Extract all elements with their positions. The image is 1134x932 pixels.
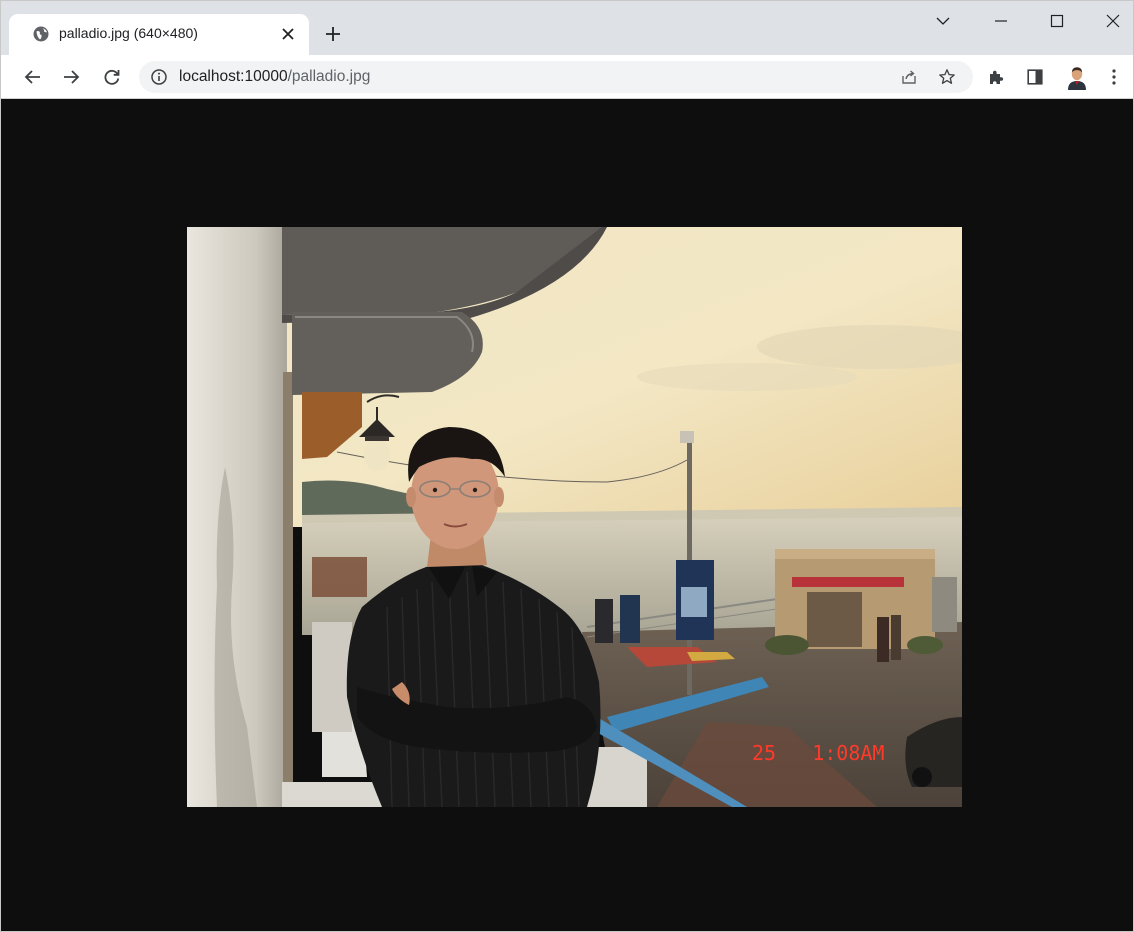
- photo-scene: 25 1:08AM: [187, 227, 962, 807]
- share-button[interactable]: [899, 67, 919, 87]
- profile-avatar-icon: [1064, 64, 1090, 90]
- star-icon: [939, 69, 955, 84]
- close-icon: [1106, 14, 1120, 28]
- chevron-down-icon: [936, 17, 950, 25]
- share-icon: [902, 70, 916, 84]
- extensions-button[interactable]: [985, 66, 1007, 88]
- photo-palladio[interactable]: 25 1:08AM: [187, 227, 962, 807]
- side-panel-icon: [1027, 69, 1043, 85]
- globe-icon: [33, 26, 49, 42]
- back-button[interactable]: [19, 63, 47, 91]
- forward-arrow-icon: [64, 70, 80, 84]
- url-host: localhost:10000: [179, 68, 288, 85]
- menu-button[interactable]: [1103, 66, 1125, 88]
- date-stamp: 25 1:08AM: [752, 741, 884, 765]
- side-panel-button[interactable]: [1024, 66, 1046, 88]
- close-icon: [282, 28, 294, 40]
- address-bar[interactable]: localhost:10000/palladio.jpg: [139, 61, 973, 93]
- maximize-icon: [1050, 14, 1064, 28]
- url-text[interactable]: localhost:10000/palladio.jpg: [179, 68, 370, 86]
- tab-close-button[interactable]: [275, 21, 301, 47]
- image-viewer: 25 1:08AM: [1, 100, 1133, 931]
- minimize-button[interactable]: [981, 9, 1021, 33]
- kebab-menu-icon: [1112, 69, 1116, 85]
- puzzle-icon: [990, 70, 1004, 84]
- reload-button[interactable]: [98, 63, 126, 91]
- maximize-button[interactable]: [1037, 9, 1077, 33]
- browser-window: palladio.jpg (640×480) localhost:10000/p…: [0, 0, 1134, 932]
- tab-search-button[interactable]: [923, 9, 963, 33]
- minimize-icon: [995, 20, 1007, 22]
- new-tab-button[interactable]: [319, 20, 347, 48]
- reload-icon: [104, 69, 120, 85]
- forward-button[interactable]: [57, 63, 85, 91]
- url-path: /palladio.jpg: [287, 68, 371, 85]
- browser-toolbar: localhost:10000/palladio.jpg: [1, 55, 1133, 99]
- tab-palladio[interactable]: palladio.jpg (640×480): [9, 14, 309, 55]
- avatar[interactable]: [1064, 64, 1090, 90]
- bookmark-button[interactable]: [937, 67, 957, 87]
- plus-icon: [326, 27, 340, 41]
- tab-strip: palladio.jpg (640×480): [1, 1, 1133, 55]
- back-arrow-icon: [24, 70, 40, 84]
- close-window-button[interactable]: [1093, 9, 1133, 33]
- tab-title: palladio.jpg (640×480): [59, 25, 198, 41]
- info-icon[interactable]: [150, 68, 168, 86]
